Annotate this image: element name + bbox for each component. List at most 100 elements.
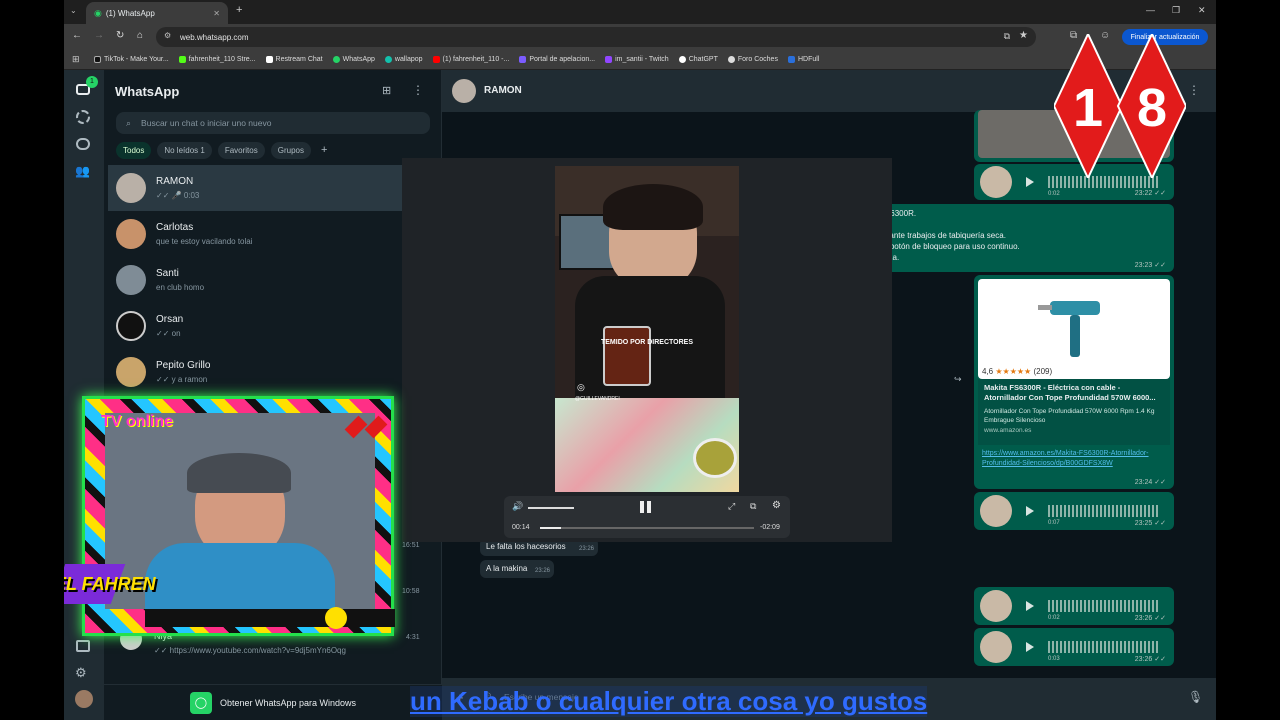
tab-search-icon[interactable]: ⌄ bbox=[70, 6, 77, 15]
play-icon[interactable] bbox=[1026, 642, 1034, 652]
conversation-menu-icon[interactable]: ⋮ bbox=[1188, 83, 1200, 97]
reload-icon[interactable]: ↻ bbox=[116, 30, 124, 41]
chat-row-orsan[interactable]: Orsan ✓✓ on bbox=[108, 303, 402, 349]
bookmark-item[interactable]: WhatsApp bbox=[332, 56, 375, 63]
settings-gear-icon[interactable]: ⚙ bbox=[75, 665, 87, 681]
home-icon[interactable]: ⌂ bbox=[137, 30, 143, 41]
search-bar[interactable]: ⌕ Buscar un chat o iniciar uno nuevo bbox=[116, 112, 430, 134]
rating: 4,6 ★★★★★ (209) bbox=[982, 367, 1053, 376]
install-icon[interactable]: ⧉ bbox=[1004, 31, 1010, 42]
chat-name: RAMON bbox=[156, 176, 194, 187]
bookmark-item[interactable]: wallapop bbox=[384, 56, 423, 63]
voice-duration: 0:07 bbox=[1048, 520, 1060, 526]
filter-groups[interactable]: Grupos bbox=[270, 142, 311, 159]
filter-chips: Todos No leídos 1 Favoritos Grupos + bbox=[116, 142, 331, 159]
filter-todos[interactable]: Todos bbox=[116, 142, 152, 159]
stream-subtitle: un Kebab o cualquier otra cosa yo gustos bbox=[410, 686, 928, 717]
fullscreen-icon[interactable]: ⤢ bbox=[728, 501, 735, 512]
restream-icon bbox=[265, 56, 273, 63]
site-info-icon[interactable]: ⚙ bbox=[164, 31, 171, 40]
waveform[interactable] bbox=[1048, 641, 1158, 653]
back-icon[interactable]: ← bbox=[72, 30, 82, 41]
bookmark-item[interactable]: (1) fahrenheit_110 -... bbox=[432, 56, 509, 63]
contact-avatar[interactable] bbox=[452, 79, 476, 103]
forward-icon[interactable]: ↪ bbox=[954, 374, 962, 385]
chat-row-santi[interactable]: Santi en club homo bbox=[108, 257, 402, 303]
message-text: A la makina bbox=[486, 564, 528, 573]
communities-icon[interactable]: 👥 bbox=[75, 164, 90, 178]
bookmark-item[interactable]: im_santii - Twitch bbox=[605, 56, 669, 63]
volume-slider[interactable] bbox=[528, 507, 574, 509]
new-chat-icon[interactable]: ⊞ bbox=[382, 84, 391, 97]
seek-bar[interactable] bbox=[540, 527, 754, 529]
brand-text: EL FAHREN bbox=[64, 574, 156, 594]
message-time: 23:26 bbox=[578, 546, 594, 552]
filter-unread[interactable]: No leídos 1 bbox=[157, 142, 212, 159]
search-input[interactable]: Buscar un chat o iniciar uno nuevo bbox=[141, 118, 271, 128]
avatar bbox=[116, 357, 146, 387]
pause-bar-right[interactable] bbox=[647, 501, 651, 513]
pip-icon[interactable]: ⧉ bbox=[750, 501, 756, 512]
logo-18: 1 8 bbox=[1052, 31, 1188, 181]
play-icon[interactable] bbox=[1026, 177, 1034, 187]
profile-avatar[interactable] bbox=[75, 690, 93, 708]
voice-message[interactable]: 0:02 23:26 ✓✓ bbox=[974, 587, 1174, 625]
video-olives-bowl bbox=[693, 438, 737, 478]
play-icon[interactable] bbox=[1026, 506, 1034, 516]
video-settings-icon[interactable]: ⚙ bbox=[772, 500, 781, 511]
microphone-icon[interactable]: 🎙 bbox=[1188, 690, 1203, 704]
close-window-icon[interactable]: ✕ bbox=[1198, 5, 1206, 16]
voice-duration: 0:03 bbox=[1048, 656, 1060, 662]
forward-icon[interactable]: → bbox=[94, 30, 104, 41]
instagram-icon: ◎ bbox=[577, 382, 585, 392]
product-link[interactable]: https://www.amazon.es/Makita-FS6300R-Ato… bbox=[982, 449, 1152, 469]
address-bar[interactable]: ⚙ web.whatsapp.com ⧉ ★ bbox=[156, 27, 1036, 47]
chat-row-ramon[interactable]: RAMON ✓✓ 🎤 0:03 bbox=[108, 165, 402, 211]
logo-digit-1: 1 bbox=[1073, 78, 1103, 138]
status-icon[interactable] bbox=[76, 110, 90, 124]
pause-bar-left[interactable] bbox=[640, 501, 644, 513]
menu-kebab-icon[interactable]: ⋮ bbox=[412, 83, 424, 97]
apps-grid-icon[interactable]: ⊞ bbox=[72, 54, 80, 65]
tab-close-icon[interactable]: ✕ bbox=[213, 9, 220, 18]
play-icon[interactable] bbox=[1026, 601, 1034, 611]
chat-row-pepito-grillo[interactable]: Pepito Grillo ✓✓ y a ramon bbox=[108, 349, 402, 395]
volume-icon[interactable]: 🔊 bbox=[512, 501, 523, 512]
waveform[interactable] bbox=[1048, 600, 1158, 612]
bookmark-item[interactable]: Restream Chat bbox=[265, 56, 323, 63]
chat-row-carlotas[interactable]: Carlotas que te estoy vacilando tolai bbox=[108, 211, 402, 257]
bookmark-item[interactable]: fahrenheit_110 Stre... bbox=[178, 56, 256, 63]
filter-favorites[interactable]: Favoritos bbox=[217, 142, 265, 159]
bookmark-item[interactable]: TikTok - Make Your... bbox=[94, 56, 169, 63]
avatar bbox=[116, 173, 146, 203]
chatgpt-icon bbox=[678, 56, 686, 63]
video-player[interactable]: TEMIDO POR DIRECTORES ◎ @GUILLEVANDREI bbox=[555, 166, 739, 492]
link-preview-message[interactable]: 4,6 ★★★★★ (209) Makita FS6300R - Eléctri… bbox=[974, 275, 1174, 489]
tab-whatsapp[interactable]: ◉ (1) WhatsApp ✕ bbox=[86, 2, 228, 24]
media-icon[interactable] bbox=[76, 640, 90, 652]
channels-icon[interactable] bbox=[76, 138, 90, 150]
contact-name[interactable]: RAMON bbox=[484, 85, 522, 96]
minimize-icon[interactable]: — bbox=[1146, 5, 1155, 15]
incoming-message[interactable]: A la makina 23:26 bbox=[480, 560, 554, 578]
voice-message[interactable]: 0:03 23:26 ✓✓ bbox=[974, 628, 1174, 666]
get-windows-app-banner[interactable]: ◯ Obtener WhatsApp para Windows bbox=[104, 684, 442, 720]
add-filter-icon[interactable]: + bbox=[317, 142, 331, 159]
message-time: 23:26 bbox=[534, 568, 550, 574]
new-tab-icon[interactable]: + bbox=[236, 4, 242, 16]
avatar bbox=[116, 219, 146, 249]
message-time: 23:24 ✓✓ bbox=[1134, 479, 1166, 486]
voice-message[interactable]: 0:07 23:25 ✓✓ bbox=[974, 492, 1174, 530]
pacman-icon bbox=[325, 607, 347, 629]
message-time: 23:26 ✓✓ bbox=[1134, 656, 1166, 663]
waveform[interactable] bbox=[1048, 505, 1158, 517]
sender-avatar bbox=[980, 590, 1012, 622]
whatsapp-favicon-icon: ◉ bbox=[94, 7, 102, 18]
bookmark-star-icon[interactable]: ★ bbox=[1019, 30, 1028, 41]
webcam-title: TV online bbox=[101, 413, 173, 430]
bookmark-item[interactable]: HDFull bbox=[787, 56, 819, 63]
maximize-icon[interactable]: ❐ bbox=[1172, 5, 1180, 16]
bookmark-item[interactable]: Foro Coches bbox=[727, 56, 778, 63]
bookmark-item[interactable]: Portal de apelacion... bbox=[519, 56, 595, 63]
bookmark-item[interactable]: ChatGPT bbox=[678, 56, 718, 63]
